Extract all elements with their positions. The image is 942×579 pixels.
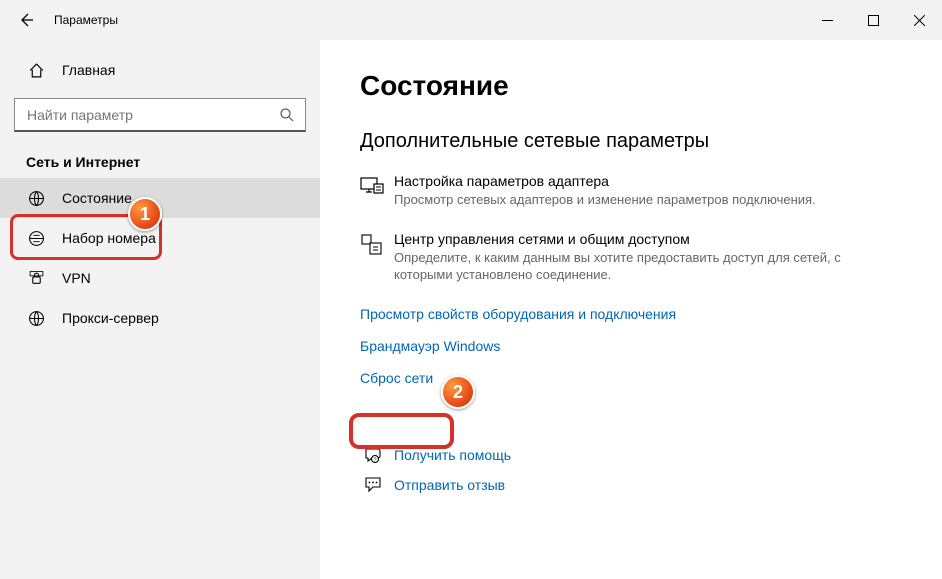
sidebar-item-label: Набор номера [62, 230, 156, 246]
status-icon [26, 190, 46, 207]
sidebar-item-label: Состояние [62, 190, 132, 206]
search-input[interactable] [14, 98, 306, 132]
sidebar-item-proxy[interactable]: Прокси-сервер [0, 298, 320, 338]
dialup-icon [26, 230, 46, 247]
sharing-center[interactable]: Центр управления сетями и общим доступом… [360, 231, 880, 284]
search-icon [279, 107, 295, 123]
minimize-icon [822, 15, 833, 26]
back-button[interactable] [8, 0, 44, 40]
maximize-icon [868, 15, 879, 26]
sidebar-home[interactable]: Главная [0, 50, 320, 90]
adapter-icon [360, 173, 394, 209]
sharing-desc: Определите, к каким данным вы хотите пре… [394, 249, 880, 284]
link-hardware-props[interactable]: Просмотр свойств оборудования и подключе… [360, 306, 676, 322]
sidebar-item-vpn[interactable]: VPN [0, 258, 320, 298]
titlebar: Параметры [0, 0, 942, 40]
feedback-icon [360, 476, 386, 494]
sidebar-item-label: VPN [62, 270, 91, 286]
adapter-desc: Просмотр сетевых адаптеров и изменение п… [394, 191, 816, 209]
get-help[interactable]: ? Получить помощь [360, 446, 902, 464]
home-icon [26, 62, 46, 79]
minimize-button[interactable] [804, 0, 850, 40]
adapter-settings[interactable]: Настройка параметров адаптера Просмотр с… [360, 173, 880, 209]
sidebar-home-label: Главная [62, 62, 115, 78]
sidebar-item-dialup[interactable]: Набор номера [0, 218, 320, 258]
section-title: Дополнительные сетевые параметры [360, 130, 902, 153]
close-icon [914, 15, 925, 26]
link-network-reset[interactable]: Сброс сети [360, 370, 433, 386]
adapter-title: Настройка параметров адаптера [394, 173, 816, 189]
svg-text:?: ? [373, 457, 376, 463]
vpn-icon [26, 270, 46, 287]
window-title: Параметры [54, 13, 118, 27]
maximize-button[interactable] [850, 0, 896, 40]
send-feedback[interactable]: Отправить отзыв [360, 476, 902, 494]
get-help-label: Получить помощь [394, 447, 511, 463]
page-title: Состояние [360, 70, 902, 102]
close-button[interactable] [896, 0, 942, 40]
sidebar: Главная Сеть и Интернет Состояние Набор … [0, 40, 320, 579]
help-icon: ? [360, 446, 386, 464]
sidebar-category: Сеть и Интернет [0, 140, 320, 178]
search-field[interactable] [25, 106, 279, 124]
sidebar-item-status[interactable]: Состояние [0, 178, 320, 218]
send-feedback-label: Отправить отзыв [394, 477, 505, 493]
arrow-left-icon [18, 12, 34, 28]
content: Состояние Дополнительные сетевые парамет… [320, 40, 942, 579]
proxy-icon [26, 310, 46, 327]
sharing-title: Центр управления сетями и общим доступом [394, 231, 880, 247]
sharing-icon [360, 231, 394, 284]
link-firewall[interactable]: Брандмауэр Windows [360, 338, 500, 354]
sidebar-item-label: Прокси-сервер [62, 310, 159, 326]
